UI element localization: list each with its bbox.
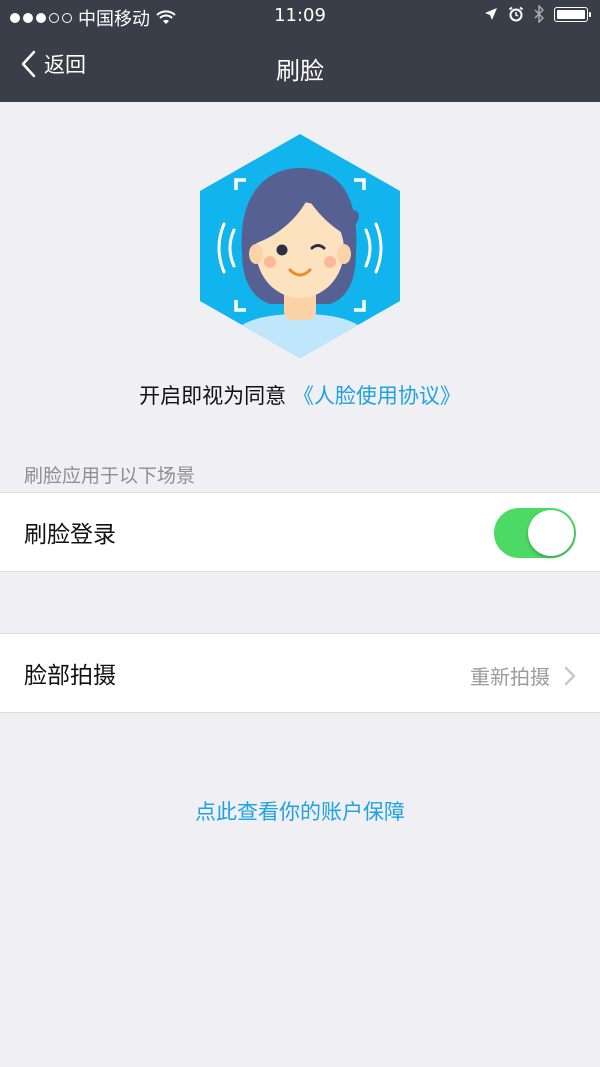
- toggle-knob: [528, 510, 574, 556]
- agreement-link[interactable]: 《人脸使用协议》: [293, 384, 461, 408]
- navigation-bar: 返回 刷脸: [0, 34, 600, 102]
- account-protection-link[interactable]: 点此查看你的账户保障: [0, 796, 600, 826]
- header: 中国移动 11:09 返回 刷脸: [0, 0, 600, 102]
- battery-icon: [554, 6, 591, 22]
- agreement-prefix: 开启即视为同意: [139, 384, 287, 408]
- face-login-label: 刷脸登录: [24, 522, 116, 548]
- face-login-toggle[interactable]: [494, 508, 576, 558]
- status-right: [484, 5, 591, 23]
- face-login-row: 刷脸登录: [0, 492, 600, 572]
- page-title: 刷脸: [276, 57, 324, 85]
- location-icon: [485, 8, 497, 20]
- status-bar: 中国移动 11:09: [0, 0, 600, 34]
- alarm-icon: [508, 6, 524, 22]
- face-avatar-icon: [200, 134, 400, 358]
- face-capture-label: 脸部拍摄: [24, 663, 116, 689]
- retake-button[interactable]: 重新拍摄: [470, 661, 576, 690]
- face-capture-row[interactable]: 脸部拍摄 重新拍摄: [0, 633, 600, 713]
- retake-label: 重新拍摄: [470, 665, 550, 689]
- face-recognition-illustration: [198, 132, 402, 360]
- bluetooth-icon: [534, 5, 544, 23]
- agreement-text: 开启即视为同意 《人脸使用协议》: [0, 380, 600, 410]
- chevron-right-icon: [564, 666, 576, 685]
- section-label: 刷脸应用于以下场景: [24, 465, 196, 487]
